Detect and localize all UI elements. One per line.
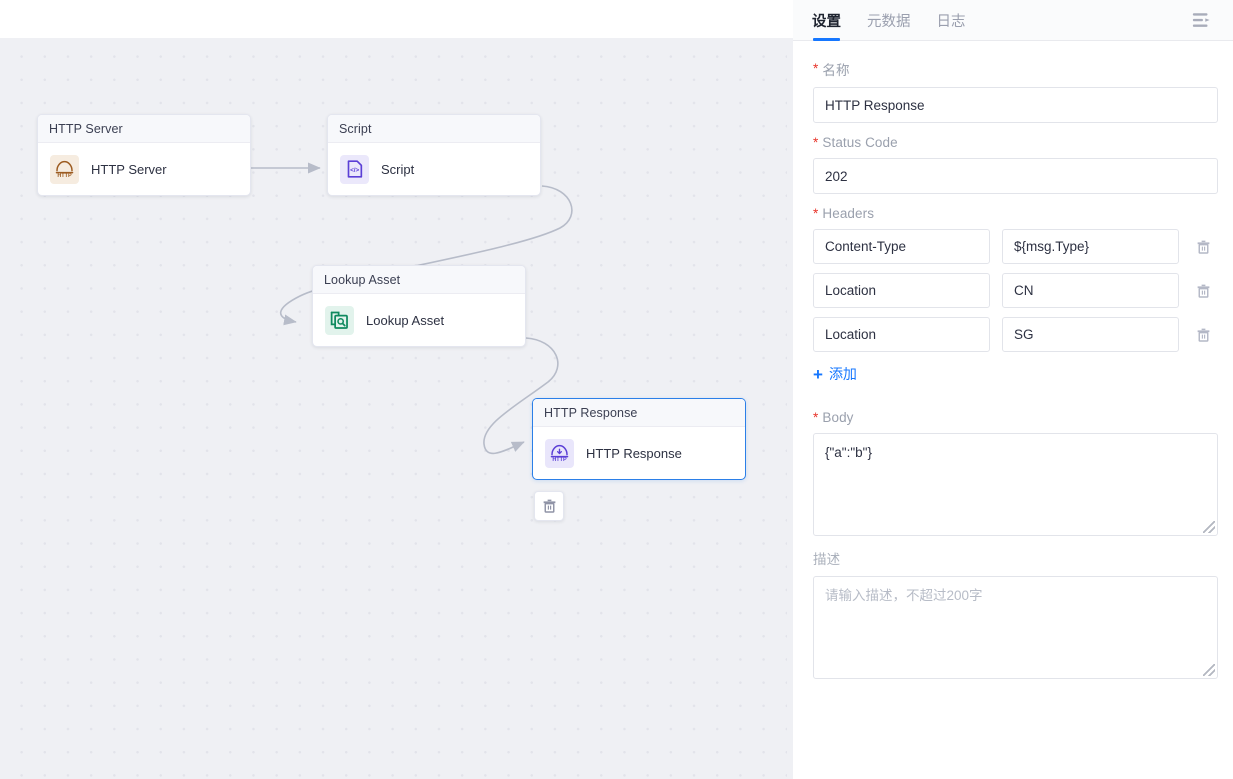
description-placeholder: 请输入描述，不超过200字 xyxy=(825,588,983,603)
flow-node-script[interactable]: Script </> Script xyxy=(327,114,541,196)
canvas-region: HTTP Server HTTP HTTP Server Script xyxy=(0,0,787,779)
field-label-headers: * Headers xyxy=(813,206,1220,221)
required-marker: * xyxy=(813,411,818,425)
tab-logs[interactable]: 日志 xyxy=(937,0,966,41)
delete-node-button[interactable] xyxy=(534,491,564,521)
node-header-title: Lookup Asset xyxy=(313,266,525,294)
header-value-input[interactable]: SG xyxy=(1002,317,1179,352)
resize-handle-icon[interactable] xyxy=(1203,521,1215,533)
label-text: Headers xyxy=(822,206,874,221)
field-name: * 名称 HTTP Response xyxy=(813,59,1220,123)
node-header-title: Script xyxy=(328,115,540,143)
script-icon: </> xyxy=(340,155,369,184)
tab-metadata[interactable]: 元数据 xyxy=(867,0,911,41)
field-label-body: * Body xyxy=(813,410,1220,425)
tab-label: 设置 xyxy=(812,10,841,31)
node-body: Lookup Asset xyxy=(313,294,525,346)
node-body: HTTP HTTP Server xyxy=(38,143,250,195)
field-description: 描述 请输入描述，不超过200字 xyxy=(813,548,1220,679)
add-header-button[interactable]: + 添加 xyxy=(813,364,857,384)
required-marker: * xyxy=(813,207,818,221)
svg-text:HTTP: HTTP xyxy=(57,173,72,179)
label-text: 名称 xyxy=(822,59,849,79)
description-textarea[interactable]: 请输入描述，不超过200字 xyxy=(813,576,1218,679)
label-text: 描述 xyxy=(813,548,840,568)
svg-text:HTTP: HTTP xyxy=(552,457,567,463)
field-headers: * Headers Content-Type ${msg.Type} xyxy=(813,206,1220,398)
settings-form: * 名称 HTTP Response * Status Code 202 * H… xyxy=(793,41,1233,779)
flow-node-http-response[interactable]: HTTP Response HTTP HTTP Response xyxy=(532,398,746,480)
node-label: HTTP Response xyxy=(586,446,682,461)
resize-handle-icon[interactable] xyxy=(1203,664,1215,676)
field-label-description: 描述 xyxy=(813,548,1220,568)
tab-label: 元数据 xyxy=(867,10,911,31)
header-key-input[interactable]: Location xyxy=(813,273,990,308)
delete-header-button[interactable] xyxy=(1192,234,1214,260)
body-textarea[interactable]: {"a":"b"} xyxy=(813,433,1218,536)
node-body: </> Script xyxy=(328,143,540,195)
required-marker: * xyxy=(813,136,818,150)
header-row: Location SG xyxy=(813,317,1220,352)
flow-canvas[interactable]: HTTP Server HTTP HTTP Server Script xyxy=(0,38,787,779)
http-server-icon: HTTP xyxy=(50,155,79,184)
http-response-icon: HTTP xyxy=(545,439,574,468)
flow-node-http-server[interactable]: HTTP Server HTTP HTTP Server xyxy=(37,114,251,196)
workflow-editor: HTTP Server HTTP HTTP Server Script xyxy=(0,0,1233,779)
trash-icon xyxy=(542,498,557,514)
status-code-input[interactable]: 202 xyxy=(813,158,1218,194)
node-body: HTTP HTTP Response xyxy=(533,427,745,479)
required-marker: * xyxy=(813,62,818,76)
lookup-asset-icon xyxy=(325,306,354,335)
node-header-title: HTTP Server xyxy=(38,115,250,143)
trash-icon xyxy=(1196,283,1211,299)
flow-node-lookup-asset[interactable]: Lookup Asset Lookup Asset xyxy=(312,265,526,347)
trash-icon xyxy=(1196,327,1211,343)
node-header-title: HTTP Response xyxy=(533,399,745,427)
panel-tabbar: 设置 元数据 日志 xyxy=(793,0,1233,41)
name-input[interactable]: HTTP Response xyxy=(813,87,1218,123)
header-row: Location CN xyxy=(813,273,1220,308)
label-text: Status Code xyxy=(822,135,897,150)
field-status-code: * Status Code 202 xyxy=(813,135,1220,194)
trash-icon xyxy=(1196,239,1211,255)
field-label-status-code: * Status Code xyxy=(813,135,1220,150)
tab-label: 日志 xyxy=(937,10,966,31)
delete-header-button[interactable] xyxy=(1192,322,1214,348)
field-body: * Body {"a":"b"} xyxy=(813,410,1220,536)
label-text: Body xyxy=(822,410,853,425)
node-label: Script xyxy=(381,162,414,177)
header-value-input[interactable]: ${msg.Type} xyxy=(1002,229,1179,264)
header-key-input[interactable]: Location xyxy=(813,317,990,352)
panel-collapse-icon[interactable] xyxy=(1189,7,1215,33)
delete-header-button[interactable] xyxy=(1192,278,1214,304)
plus-icon: + xyxy=(813,366,823,383)
header-row: Content-Type ${msg.Type} xyxy=(813,229,1220,264)
body-value: {"a":"b"} xyxy=(825,445,872,460)
node-label: HTTP Server xyxy=(91,162,167,177)
tab-settings[interactable]: 设置 xyxy=(812,0,841,41)
header-value-input[interactable]: CN xyxy=(1002,273,1179,308)
add-header-label: 添加 xyxy=(829,364,857,384)
svg-text:</>: </> xyxy=(350,167,359,174)
field-label-name: * 名称 xyxy=(813,59,1220,79)
header-key-input[interactable]: Content-Type xyxy=(813,229,990,264)
properties-panel: 设置 元数据 日志 * 名称 xyxy=(793,0,1233,779)
node-label: Lookup Asset xyxy=(366,313,444,328)
